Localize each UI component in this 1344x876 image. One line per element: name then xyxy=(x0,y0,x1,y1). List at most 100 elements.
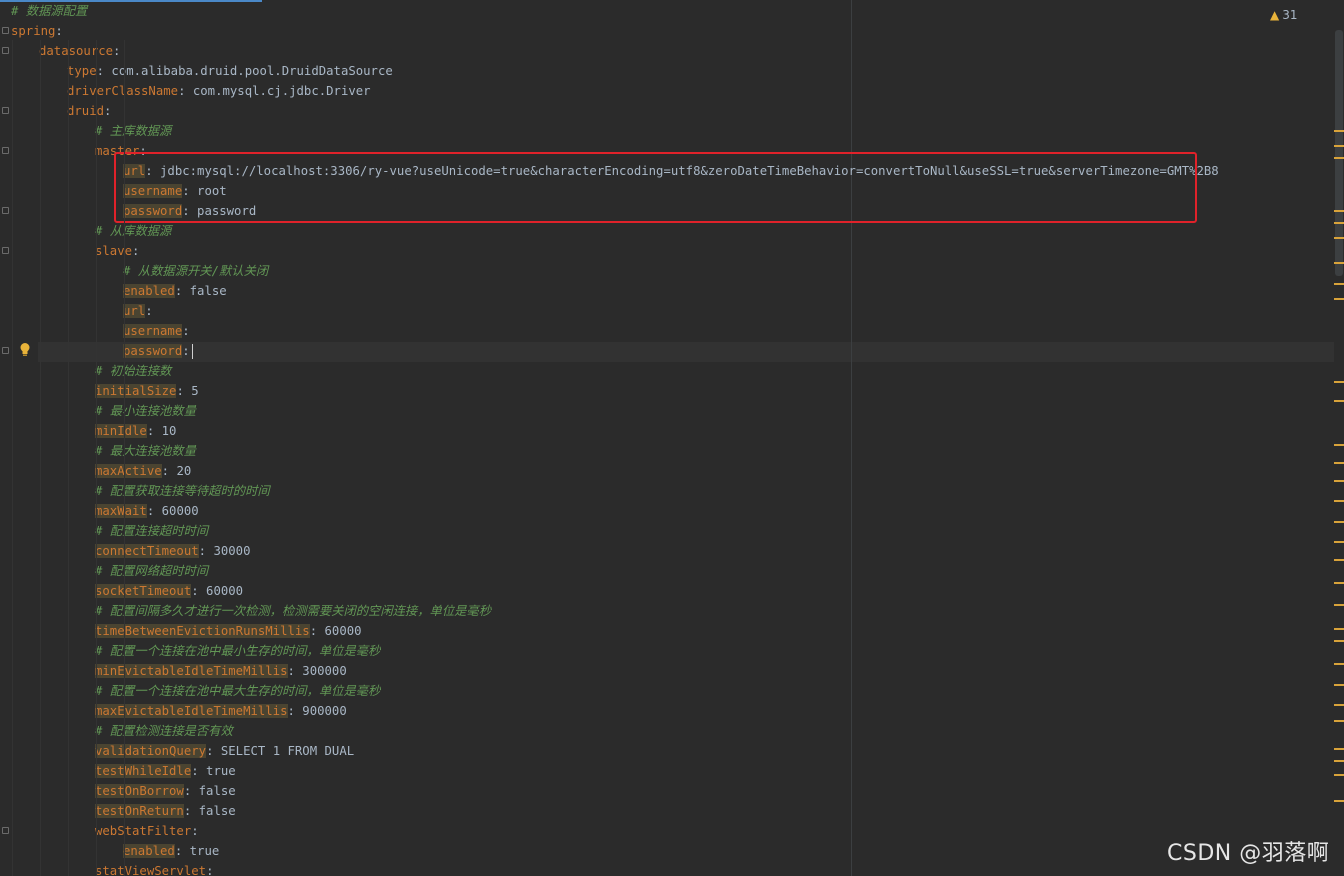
code-line[interactable]: # 配置连接超时时间 xyxy=(0,521,1334,541)
scrollbar-warning-mark[interactable] xyxy=(1334,663,1344,665)
code-line[interactable]: # 主库数据源 xyxy=(0,121,1334,141)
scrollbar-warning-mark[interactable] xyxy=(1334,298,1344,300)
scrollbar-warning-mark[interactable] xyxy=(1334,222,1344,224)
code-area[interactable]: # 数据源配置 spring: datasource: type: com.aliba… xyxy=(0,1,1334,876)
code-line[interactable]: connectTimeout: 30000 xyxy=(0,541,1334,561)
indent-guide xyxy=(40,40,41,876)
code-line[interactable]: maxEvictableIdleTimeMillis: 900000 xyxy=(0,701,1334,721)
code-line[interactable]: # 初始连接数 xyxy=(0,361,1334,381)
code-line[interactable]: enabled: true xyxy=(0,841,1334,861)
code-line[interactable]: # 配置获取连接等待超时的时间 xyxy=(0,481,1334,501)
yaml-key: socketTimeout xyxy=(95,584,192,598)
code-line[interactable]: testWhileIdle: true xyxy=(0,761,1334,781)
code-line[interactable]: # 配置间隔多久才进行一次检测，检测需要关闭的空闲连接，单位是毫秒 xyxy=(0,601,1334,621)
scrollbar-thumb[interactable] xyxy=(1335,30,1343,276)
scrollbar-warning-mark[interactable] xyxy=(1334,381,1344,383)
lightbulb-icon[interactable] xyxy=(19,342,31,358)
code-line[interactable]: # 数据源配置 xyxy=(0,1,1334,21)
yaml-colon: : xyxy=(96,64,105,78)
yaml-colon: : xyxy=(132,244,140,258)
code-line[interactable]: # 从数据源开关/默认关闭 xyxy=(0,261,1334,281)
code-line[interactable]: spring: xyxy=(0,21,1334,41)
yaml-key: maxWait xyxy=(95,504,147,518)
scrollbar-warning-mark[interactable] xyxy=(1334,704,1344,706)
scrollbar-warning-mark[interactable] xyxy=(1334,145,1344,147)
scrollbar-warning-mark[interactable] xyxy=(1334,748,1344,750)
code-line[interactable]: # 配置检测连接是否有效 xyxy=(0,721,1334,741)
code-line[interactable]: enabled: false xyxy=(0,281,1334,301)
yaml-comment: # 最大连接池数量 xyxy=(95,444,196,458)
scrollbar-warning-mark[interactable] xyxy=(1334,521,1344,523)
yaml-colon: : xyxy=(191,584,199,598)
scrollbar-warning-mark[interactable] xyxy=(1334,283,1344,285)
code-line[interactable]: webStatFilter: xyxy=(0,821,1334,841)
code-line[interactable]: type: com.alibaba.druid.pool.DruidDataSo… xyxy=(0,61,1334,81)
yaml-comment: # 从数据源开关/默认关闭 xyxy=(123,264,269,278)
scrollbar-warning-mark[interactable] xyxy=(1334,604,1344,606)
scrollbar-warning-mark[interactable] xyxy=(1334,541,1344,543)
scrollbar-warning-mark[interactable] xyxy=(1334,262,1344,264)
scrollbar-warning-mark[interactable] xyxy=(1334,157,1344,159)
yaml-colon: : xyxy=(198,544,207,558)
code-line[interactable]: maxWait: 60000 xyxy=(0,501,1334,521)
scrollbar-warning-mark[interactable] xyxy=(1334,582,1344,584)
code-line[interactable]: username: xyxy=(0,321,1334,341)
code-line[interactable]: maxActive: 20 xyxy=(0,461,1334,481)
code-line[interactable]: druid: xyxy=(0,101,1334,121)
fold-marker-icon[interactable] xyxy=(2,207,9,214)
inspection-widget[interactable]: ▲ 31 xyxy=(1270,6,1298,24)
scrollbar-warning-mark[interactable] xyxy=(1334,760,1344,762)
yaml-comment: # 配置间隔多久才进行一次检测，检测需要关闭的空闲连接，单位是毫秒 xyxy=(95,604,492,618)
code-line[interactable]: testOnReturn: false xyxy=(0,801,1334,821)
indent-guide xyxy=(12,40,13,876)
scrollbar-warning-mark[interactable] xyxy=(1334,210,1344,212)
code-line[interactable]: datasource: xyxy=(0,41,1334,61)
code-line[interactable]: minIdle: 10 xyxy=(0,421,1334,441)
scrollbar-warning-mark[interactable] xyxy=(1334,774,1344,776)
code-line[interactable]: # 最大连接池数量 xyxy=(0,441,1334,461)
code-line[interactable]: driverClassName: com.mysql.cj.jdbc.Drive… xyxy=(0,81,1334,101)
code-line[interactable]: validationQuery: SELECT 1 FROM DUAL xyxy=(0,741,1334,761)
yaml-key: statViewServlet xyxy=(95,864,207,876)
code-line[interactable]: socketTimeout: 60000 xyxy=(0,581,1334,601)
code-line[interactable]: initialSize: 5 xyxy=(0,381,1334,401)
yaml-key: password xyxy=(123,344,183,358)
indent-guide xyxy=(124,40,125,876)
indent-guide xyxy=(96,40,97,876)
code-line[interactable]: url: xyxy=(0,301,1334,321)
fold-marker-icon[interactable] xyxy=(2,247,9,254)
scrollbar-warning-mark[interactable] xyxy=(1334,628,1344,630)
code-line[interactable]: password: xyxy=(0,341,1334,361)
scrollbar-warning-mark[interactable] xyxy=(1334,500,1344,502)
scrollbar-warning-mark[interactable] xyxy=(1334,130,1344,132)
yaml-key: slave xyxy=(95,244,133,258)
scrollbar-warning-mark[interactable] xyxy=(1334,559,1344,561)
fold-marker-icon[interactable] xyxy=(2,827,9,834)
code-line[interactable]: slave: xyxy=(0,241,1334,261)
scrollbar-warning-mark[interactable] xyxy=(1334,462,1344,464)
code-line[interactable]: # 从库数据源 xyxy=(0,221,1334,241)
code-line[interactable]: # 配置网络超时时间 xyxy=(0,561,1334,581)
scrollbar-warning-mark[interactable] xyxy=(1334,400,1344,402)
code-line[interactable]: # 配置一个连接在池中最大生存的时间，单位是毫秒 xyxy=(0,681,1334,701)
scrollbar-warning-mark[interactable] xyxy=(1334,480,1344,482)
fold-marker-icon[interactable] xyxy=(2,347,9,354)
code-line[interactable]: timeBetweenEvictionRunsMillis: 60000 xyxy=(0,621,1334,641)
code-line[interactable]: # 配置一个连接在池中最小生存的时间，单位是毫秒 xyxy=(0,641,1334,661)
fold-marker-icon[interactable] xyxy=(2,107,9,114)
scrollbar-warning-mark[interactable] xyxy=(1334,800,1344,802)
scrollbar-warning-mark[interactable] xyxy=(1334,720,1344,722)
code-line[interactable]: testOnBorrow: false xyxy=(0,781,1334,801)
code-line[interactable]: statViewServlet: xyxy=(0,861,1334,876)
scrollbar-warning-mark[interactable] xyxy=(1334,237,1344,239)
scrollbar-warning-mark[interactable] xyxy=(1334,684,1344,686)
code-line[interactable]: # 最小连接池数量 xyxy=(0,401,1334,421)
yaml-colon: : xyxy=(287,704,295,718)
scrollbar-warning-mark[interactable] xyxy=(1334,444,1344,446)
code-line[interactable]: minEvictableIdleTimeMillis: 300000 xyxy=(0,661,1334,681)
fold-marker-icon[interactable] xyxy=(2,27,9,34)
fold-marker-icon[interactable] xyxy=(2,47,9,54)
fold-marker-icon[interactable] xyxy=(2,147,9,154)
scrollbar-warning-mark[interactable] xyxy=(1334,640,1344,642)
code-editor[interactable]: # 数据源配置 spring: datasource: type: com.aliba… xyxy=(0,0,1344,876)
